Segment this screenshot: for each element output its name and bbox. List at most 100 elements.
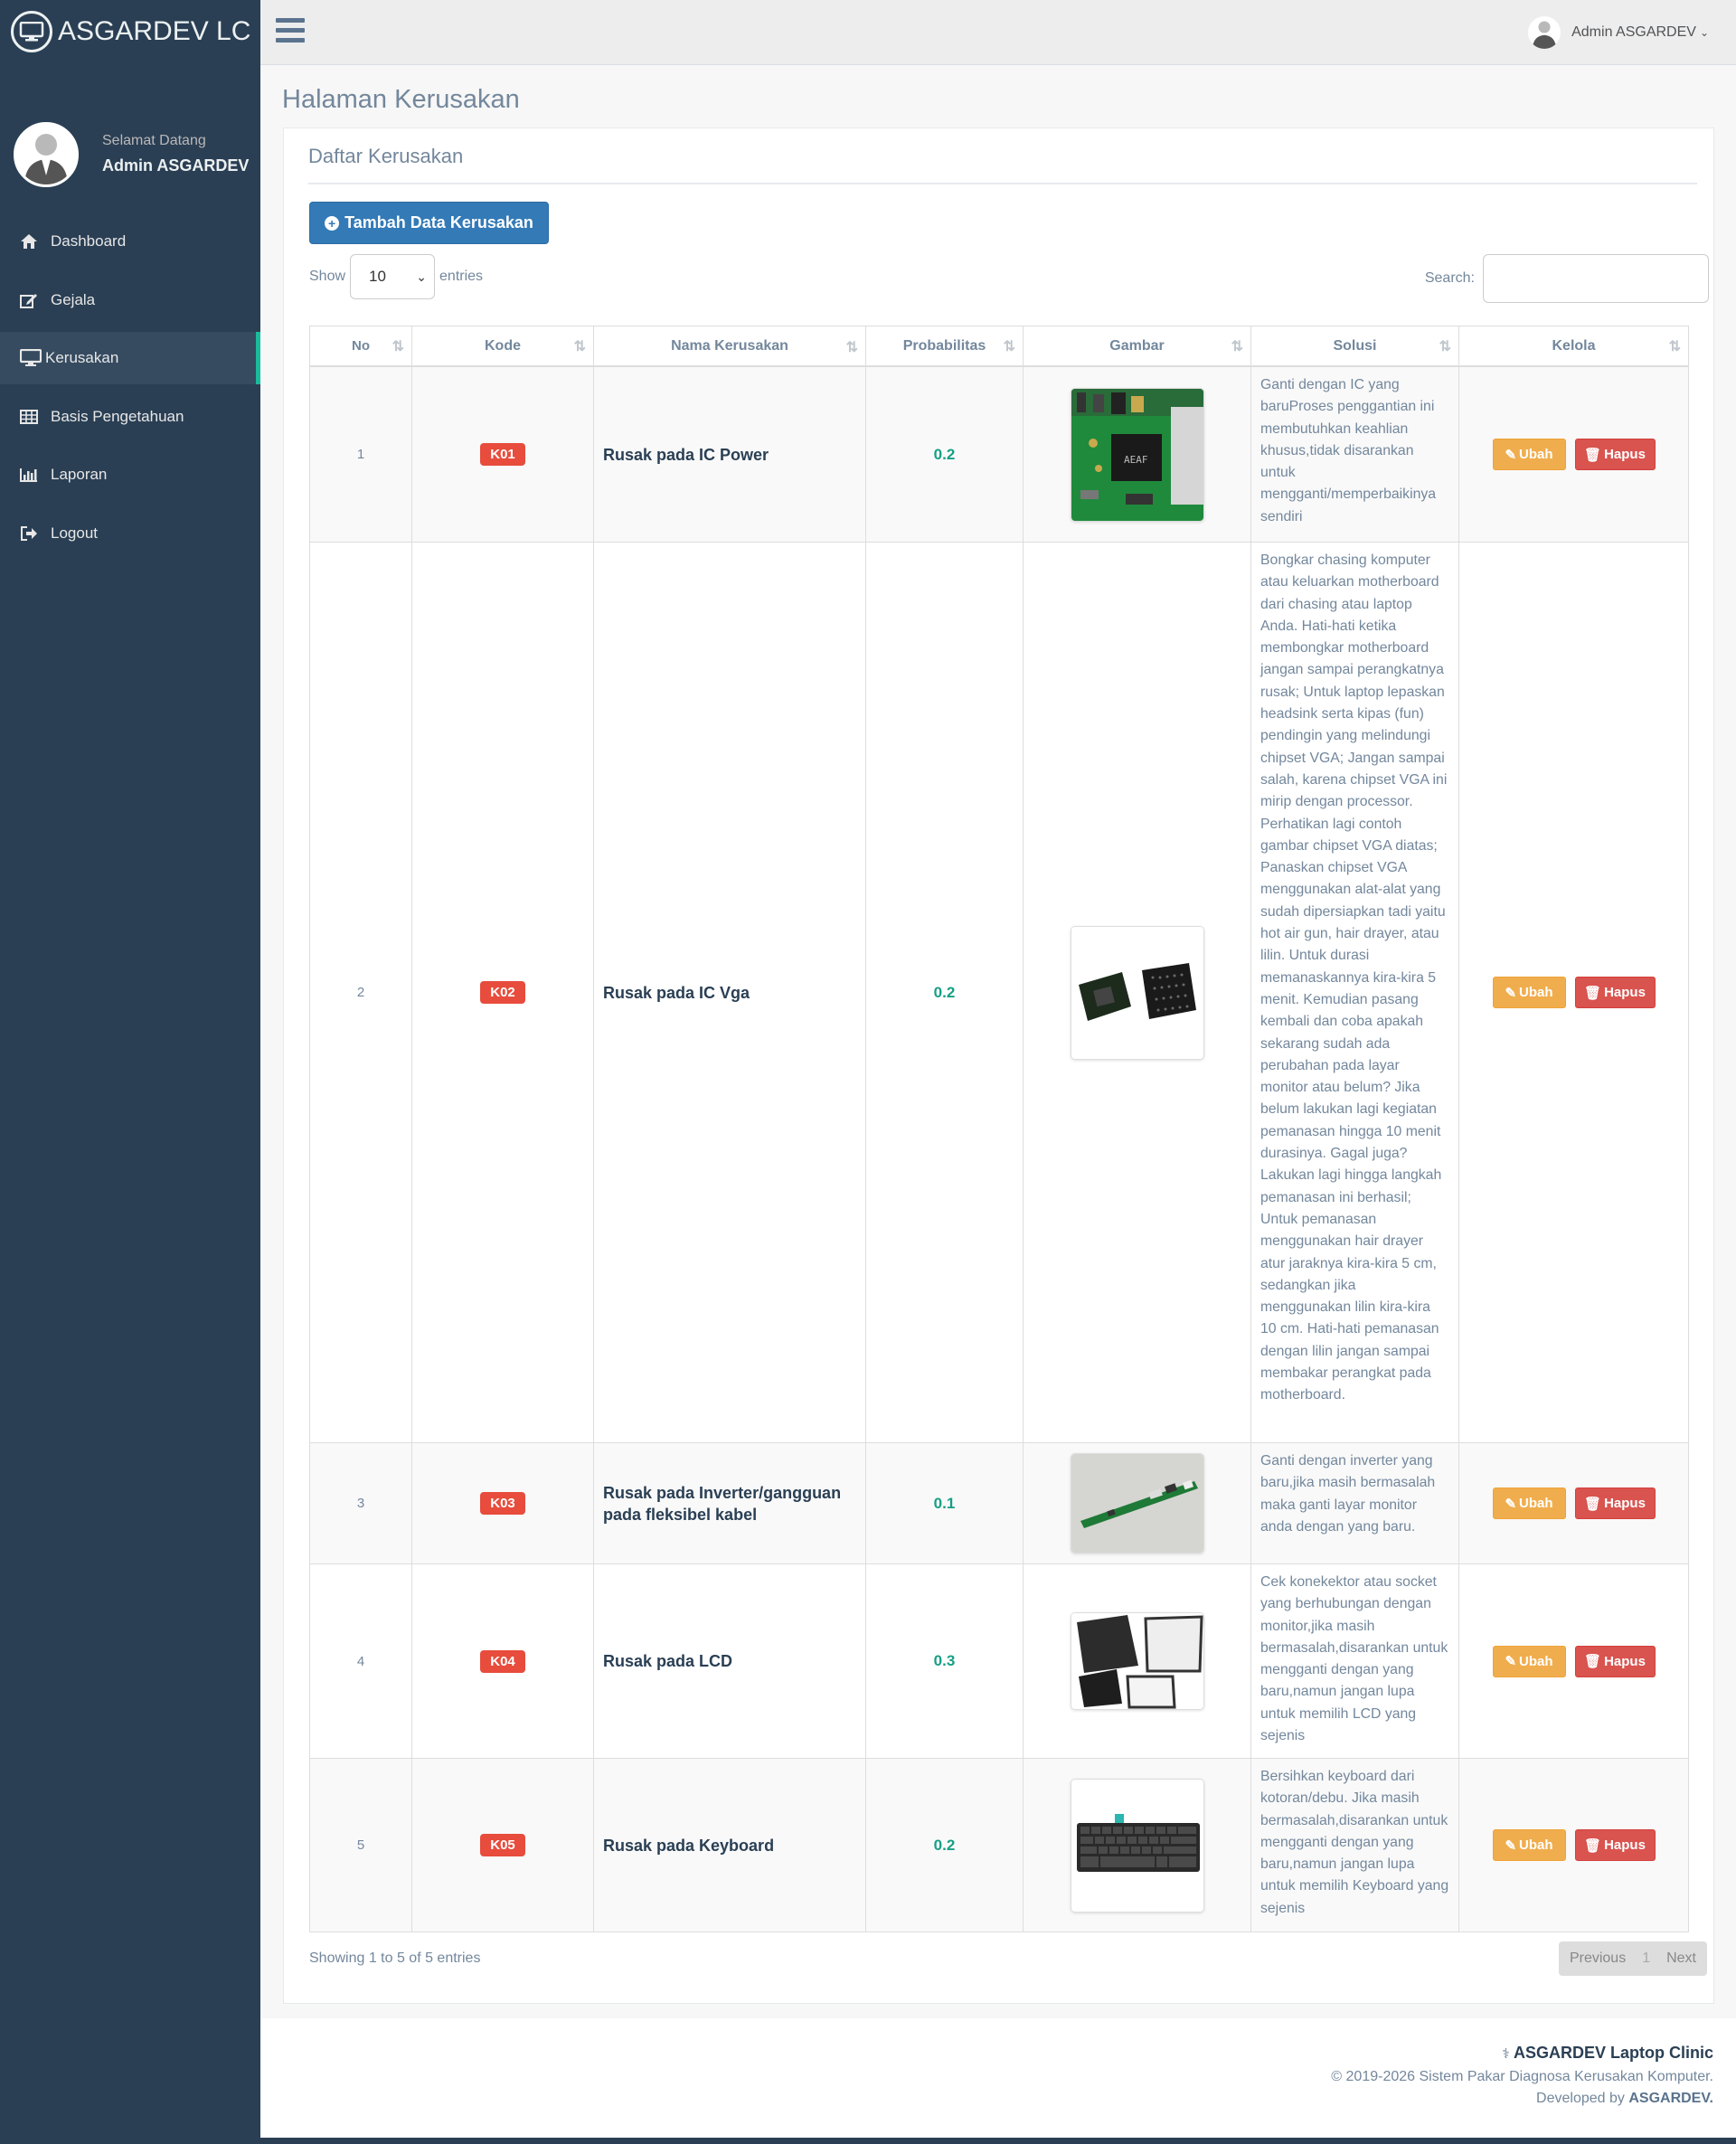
row-number: 5 (310, 1759, 412, 1931)
trash-icon: 🗑 (1584, 1496, 1602, 1512)
kode-cell: K02 (412, 543, 594, 1442)
trash-icon: 🗑 (1584, 1654, 1602, 1669)
edit-button[interactable]: ✎ Ubah (1492, 1488, 1566, 1519)
delete-button[interactable]: 🗑 Hapus (1574, 1645, 1656, 1677)
welcome-text: Selamat Datang (102, 133, 206, 148)
sidebar-item-laporan[interactable]: Laporan (0, 449, 260, 501)
kode-badge: K01 (480, 443, 525, 466)
home-icon (20, 233, 51, 250)
search-input[interactable] (1483, 254, 1709, 303)
page-length-select[interactable]: 10 ⌄ (350, 254, 436, 299)
prev-button[interactable]: Previous (1559, 1941, 1637, 1976)
edit-icon (20, 292, 51, 308)
top-nav: Admin ASGARDEV ⌄ (260, 0, 1736, 65)
table-row: 4 K04 Rusak pada LCD 0.3 Cek konekektor … (310, 1564, 1688, 1759)
entries-label: entries (439, 269, 484, 284)
footer-brand: ⚕ ASGARDEV Laptop Clinic (1503, 2044, 1713, 2063)
column-header-no[interactable]: No ⇅ (310, 326, 412, 365)
inverter-image (1070, 1453, 1204, 1554)
table-row: 5 K05 Rusak pada Keyboard 0.2 Bersihkan … (310, 1759, 1688, 1931)
bar-chart-icon (20, 468, 51, 482)
desktop-logo-icon (11, 11, 52, 52)
pencil-icon: ✎ (1505, 1654, 1517, 1669)
svg-text:AEAF: AEAF (1124, 454, 1148, 466)
gambar-cell (1024, 1564, 1251, 1758)
user-menu[interactable]: Admin ASGARDEV ⌄ (1528, 16, 1709, 49)
column-header-gambar[interactable]: Gambar ⇅ (1024, 326, 1251, 365)
stethoscope-icon: ⚕ (1502, 2046, 1510, 2062)
profile: Selamat Datang Admin ASGARDEV (0, 63, 260, 222)
column-header-solusi[interactable]: Solusi ⇅ (1251, 326, 1459, 365)
page-length-value: 10 (369, 268, 386, 285)
column-header-nama[interactable]: Nama Kerusakan ⇅ (594, 326, 866, 365)
sidebar-item-logout[interactable]: Logout (0, 507, 260, 560)
table-icon (20, 409, 51, 424)
ic-power-image: AEAF (1070, 387, 1204, 522)
ic-vga-image (1070, 925, 1204, 1060)
kelola-cell: ✎ Ubah 🗑 Hapus (1459, 1564, 1688, 1758)
row-number: 2 (310, 543, 412, 1442)
kerusakan-table: No ⇅ Kode ⇅ Nama Kerusakan ⇅ Probabilitas ⇅ … (309, 326, 1689, 1932)
user-avatar (1528, 16, 1561, 49)
menu-toggle-icon[interactable] (276, 18, 305, 43)
column-header-kelola[interactable]: Kelola ⇅ (1459, 326, 1688, 365)
gambar-cell (1024, 1443, 1251, 1563)
sidebar-item-label: Laporan (51, 466, 108, 483)
chevron-down-icon: ⌄ (416, 269, 428, 284)
edit-button[interactable]: ✎ Ubah (1492, 977, 1566, 1008)
delete-button[interactable]: 🗑 Hapus (1574, 439, 1656, 470)
sidebar-item-dashboard[interactable]: Dashboard (0, 215, 260, 268)
page-title: Halaman Kerusakan (282, 85, 520, 114)
page-1-button[interactable]: 1 (1637, 1941, 1656, 1976)
edit-button[interactable]: ✎ Ubah (1492, 1645, 1566, 1677)
column-header-probabilitas[interactable]: Probabilitas ⇅ (866, 326, 1024, 365)
prob-cell: 0.2 (866, 1759, 1024, 1931)
table-row: 3 K03 Rusak pada Inverter/gangguan pada … (310, 1443, 1688, 1564)
edit-button[interactable]: ✎ Ubah (1492, 1829, 1566, 1861)
delete-button[interactable]: 🗑 Hapus (1574, 977, 1656, 1008)
desktop-icon (20, 349, 45, 367)
next-button[interactable]: Next (1656, 1941, 1707, 1976)
trash-icon: 🗑 (1584, 985, 1602, 1001)
sign-out-icon (20, 525, 51, 541)
side-menu: Dashboard Gejala Kerusakan Basis Pengeta… (0, 215, 260, 560)
sidebar-item-gejala[interactable]: Gejala (0, 274, 260, 326)
delete-button[interactable]: 🗑 Hapus (1574, 1829, 1656, 1861)
kelola-cell: ✎ Ubah 🗑 Hapus (1459, 367, 1688, 542)
search-label: Search: (1424, 270, 1475, 286)
kode-badge: K03 (480, 1492, 525, 1515)
pagination: Previous 1 Next (1558, 1941, 1707, 1976)
kelola-cell: ✎ Ubah 🗑 Hapus (1459, 1443, 1688, 1563)
divider (308, 183, 1697, 184)
panel: Daftar Kerusakan + Tambah Data Kerusakan… (283, 128, 1714, 2004)
kode-cell: K05 (412, 1759, 594, 1931)
solusi-cell: Bongkar chasing komputer atau keluarkan … (1251, 543, 1459, 1442)
nama-cell: Rusak pada IC Vga (594, 543, 866, 1442)
sort-icon: ⇅ (1231, 339, 1243, 354)
sort-icon: ⇅ (1668, 339, 1681, 354)
delete-button[interactable]: 🗑 Hapus (1574, 1488, 1656, 1519)
pencil-icon: ✎ (1505, 447, 1517, 463)
edit-button[interactable]: ✎ Ubah (1492, 439, 1566, 470)
sidebar-item-label: Gejala (51, 290, 96, 308)
table-row: 2 K02 Rusak pada IC Vga 0.2 Bongkar chas… (310, 543, 1688, 1443)
gambar-cell (1024, 543, 1251, 1442)
trash-icon: 🗑 (1584, 1837, 1602, 1854)
row-number: 4 (310, 1564, 412, 1758)
sidebar-item-kerusakan[interactable]: Kerusakan (0, 332, 260, 384)
prob-cell: 0.3 (866, 1564, 1024, 1758)
add-kerusakan-button[interactable]: + Tambah Data Kerusakan (309, 202, 549, 244)
main-content: Halaman Kerusakan Daftar Kerusakan + Tam… (260, 65, 1736, 2018)
sidebar-item-label: Kerusakan (45, 349, 119, 366)
sidebar-item-basis-pengetahuan[interactable]: Basis Pengetahuan (0, 391, 260, 443)
panel-title: Daftar Kerusakan (308, 145, 464, 167)
sidebar-item-label: Logout (51, 524, 98, 542)
sidebar-item-label: Dashboard (51, 232, 127, 250)
profile-name: Admin ASGARDEV (102, 156, 250, 175)
pencil-icon: ✎ (1505, 985, 1517, 1001)
column-header-kode[interactable]: Kode ⇅ (412, 326, 594, 365)
kode-badge: K02 (480, 981, 525, 1004)
brand[interactable]: ASGARDEV LC (0, 0, 260, 63)
sidebar-item-label: Basis Pengetahuan (51, 407, 184, 425)
show-label: Show (309, 269, 346, 284)
